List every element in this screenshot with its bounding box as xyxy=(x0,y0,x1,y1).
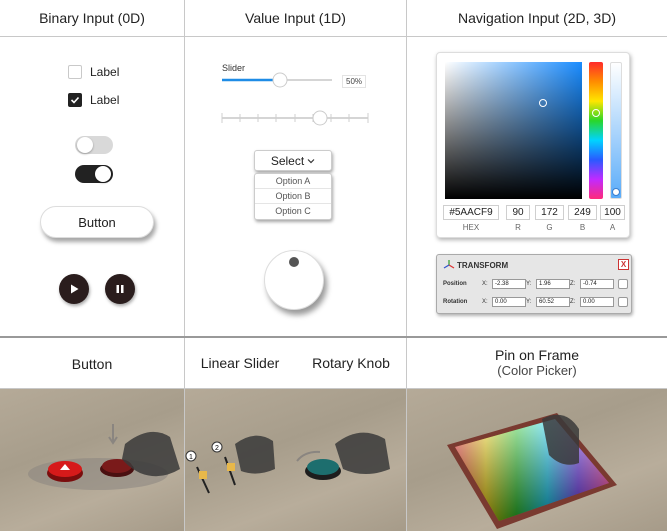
color-picker: #5AACF9 90 172 249 100 HEX R G B A xyxy=(436,52,630,238)
check-icon xyxy=(70,96,80,104)
select-option[interactable]: Option B xyxy=(255,189,331,204)
reset-rotation-button[interactable] xyxy=(618,297,628,307)
stepped-slider[interactable] xyxy=(218,108,374,128)
step-1-marker: 1 xyxy=(189,454,193,461)
checkbox-checked-row[interactable]: Label xyxy=(68,93,119,107)
caption-color-picker: (Color Picker) xyxy=(497,363,577,378)
y-axis-label: Y: xyxy=(526,299,532,305)
step-2-marker: 2 xyxy=(215,445,219,452)
x-axis-label: X: xyxy=(482,299,488,305)
select-options-list: Option A Option B Option C xyxy=(254,173,332,220)
transform-title: TRANSFORM xyxy=(457,261,509,270)
select-option[interactable]: Option C xyxy=(255,204,331,219)
saturation-value-area[interactable] xyxy=(445,62,582,199)
r-field[interactable]: 90 xyxy=(506,205,530,220)
photo-physical-button xyxy=(0,389,184,531)
hex-label: HEX xyxy=(462,223,480,232)
transform-panel: TRANSFORM X Position X: -2.38 Y: 1.96 Z:… xyxy=(436,254,632,314)
select-label: Select xyxy=(270,153,305,168)
rotation-y-input[interactable]: 60.52 xyxy=(536,297,570,307)
slider-value-badge: 50% xyxy=(342,75,367,88)
x-axis-label: X: xyxy=(482,281,488,287)
r-label: R xyxy=(515,223,521,232)
position-z-input[interactable]: -0.74 xyxy=(580,279,614,289)
physical-buttons-illustration xyxy=(28,424,180,490)
checkbox-label: Label xyxy=(90,65,120,79)
toggle-knob xyxy=(95,166,111,182)
rotation-label: Rotation xyxy=(443,299,468,305)
play-button[interactable] xyxy=(59,274,89,304)
toggle-off[interactable] xyxy=(75,136,113,154)
reset-position-button[interactable] xyxy=(618,279,628,289)
a-label: A xyxy=(609,223,616,232)
pause-button[interactable] xyxy=(105,274,135,304)
g-label: G xyxy=(546,223,553,232)
play-icon xyxy=(71,284,79,294)
position-label: Position xyxy=(443,281,467,287)
rotation-x-input[interactable]: 0.00 xyxy=(492,297,526,307)
photo-pin-on-frame xyxy=(407,389,667,531)
toggle-knob xyxy=(77,137,93,153)
z-axis-label: Z: xyxy=(570,281,576,287)
select-option[interactable]: Option A xyxy=(255,174,331,189)
divider-h1 xyxy=(0,36,667,37)
b-label: B xyxy=(579,223,586,232)
rotation-z-input[interactable]: 0.00 xyxy=(580,297,614,307)
button[interactable]: Button xyxy=(40,206,154,238)
position-y-input[interactable]: 1.96 xyxy=(536,279,570,289)
hex-field[interactable]: #5AACF9 xyxy=(443,205,499,220)
pin-frame-illustration xyxy=(447,413,617,529)
transform-gizmo-icon xyxy=(443,260,455,269)
photo-slider-and-knob: 1 2 xyxy=(185,389,406,531)
slider-knob-illustration: 1 2 xyxy=(185,432,390,494)
divider-h2 xyxy=(0,336,667,338)
checkbox-label: Label xyxy=(90,93,120,107)
position-x-input[interactable]: -2.38 xyxy=(492,279,526,289)
chevron-down-icon xyxy=(307,158,315,163)
checkbox-unchecked[interactable] xyxy=(68,65,82,79)
header-navigation-input: Navigation Input (2D, 3D) xyxy=(458,10,616,26)
z-axis-label: Z: xyxy=(570,299,576,305)
b-field[interactable]: 249 xyxy=(568,205,597,220)
checkbox-checked[interactable] xyxy=(68,93,82,107)
alpha-slider[interactable] xyxy=(610,62,622,199)
checkbox-unchecked-row[interactable]: Label xyxy=(68,65,119,79)
pause-icon xyxy=(116,285,124,293)
hue-handle[interactable] xyxy=(592,109,600,117)
select-dropdown[interactable]: Select xyxy=(254,150,332,171)
a-field[interactable]: 100 xyxy=(600,205,625,220)
linear-slider[interactable] xyxy=(218,70,338,90)
close-button[interactable]: X xyxy=(618,259,629,270)
sv-handle[interactable] xyxy=(539,99,547,107)
caption-button: Button xyxy=(71,356,113,372)
g-field[interactable]: 172 xyxy=(535,205,564,220)
caption-linear-slider: Linear Slider xyxy=(200,355,280,371)
toggle-on[interactable] xyxy=(75,165,113,183)
knob-indicator xyxy=(289,257,299,267)
header-value-input: Value Input (1D) xyxy=(245,10,346,26)
alpha-handle[interactable] xyxy=(612,188,620,196)
header-binary-input: Binary Input (0D) xyxy=(39,10,145,26)
caption-rotary-knob: Rotary Knob xyxy=(312,355,390,371)
caption-pin-on-frame: Pin on Frame xyxy=(494,347,580,363)
y-axis-label: Y: xyxy=(526,281,532,287)
hue-slider[interactable] xyxy=(589,62,603,199)
rotary-knob[interactable] xyxy=(264,250,324,310)
